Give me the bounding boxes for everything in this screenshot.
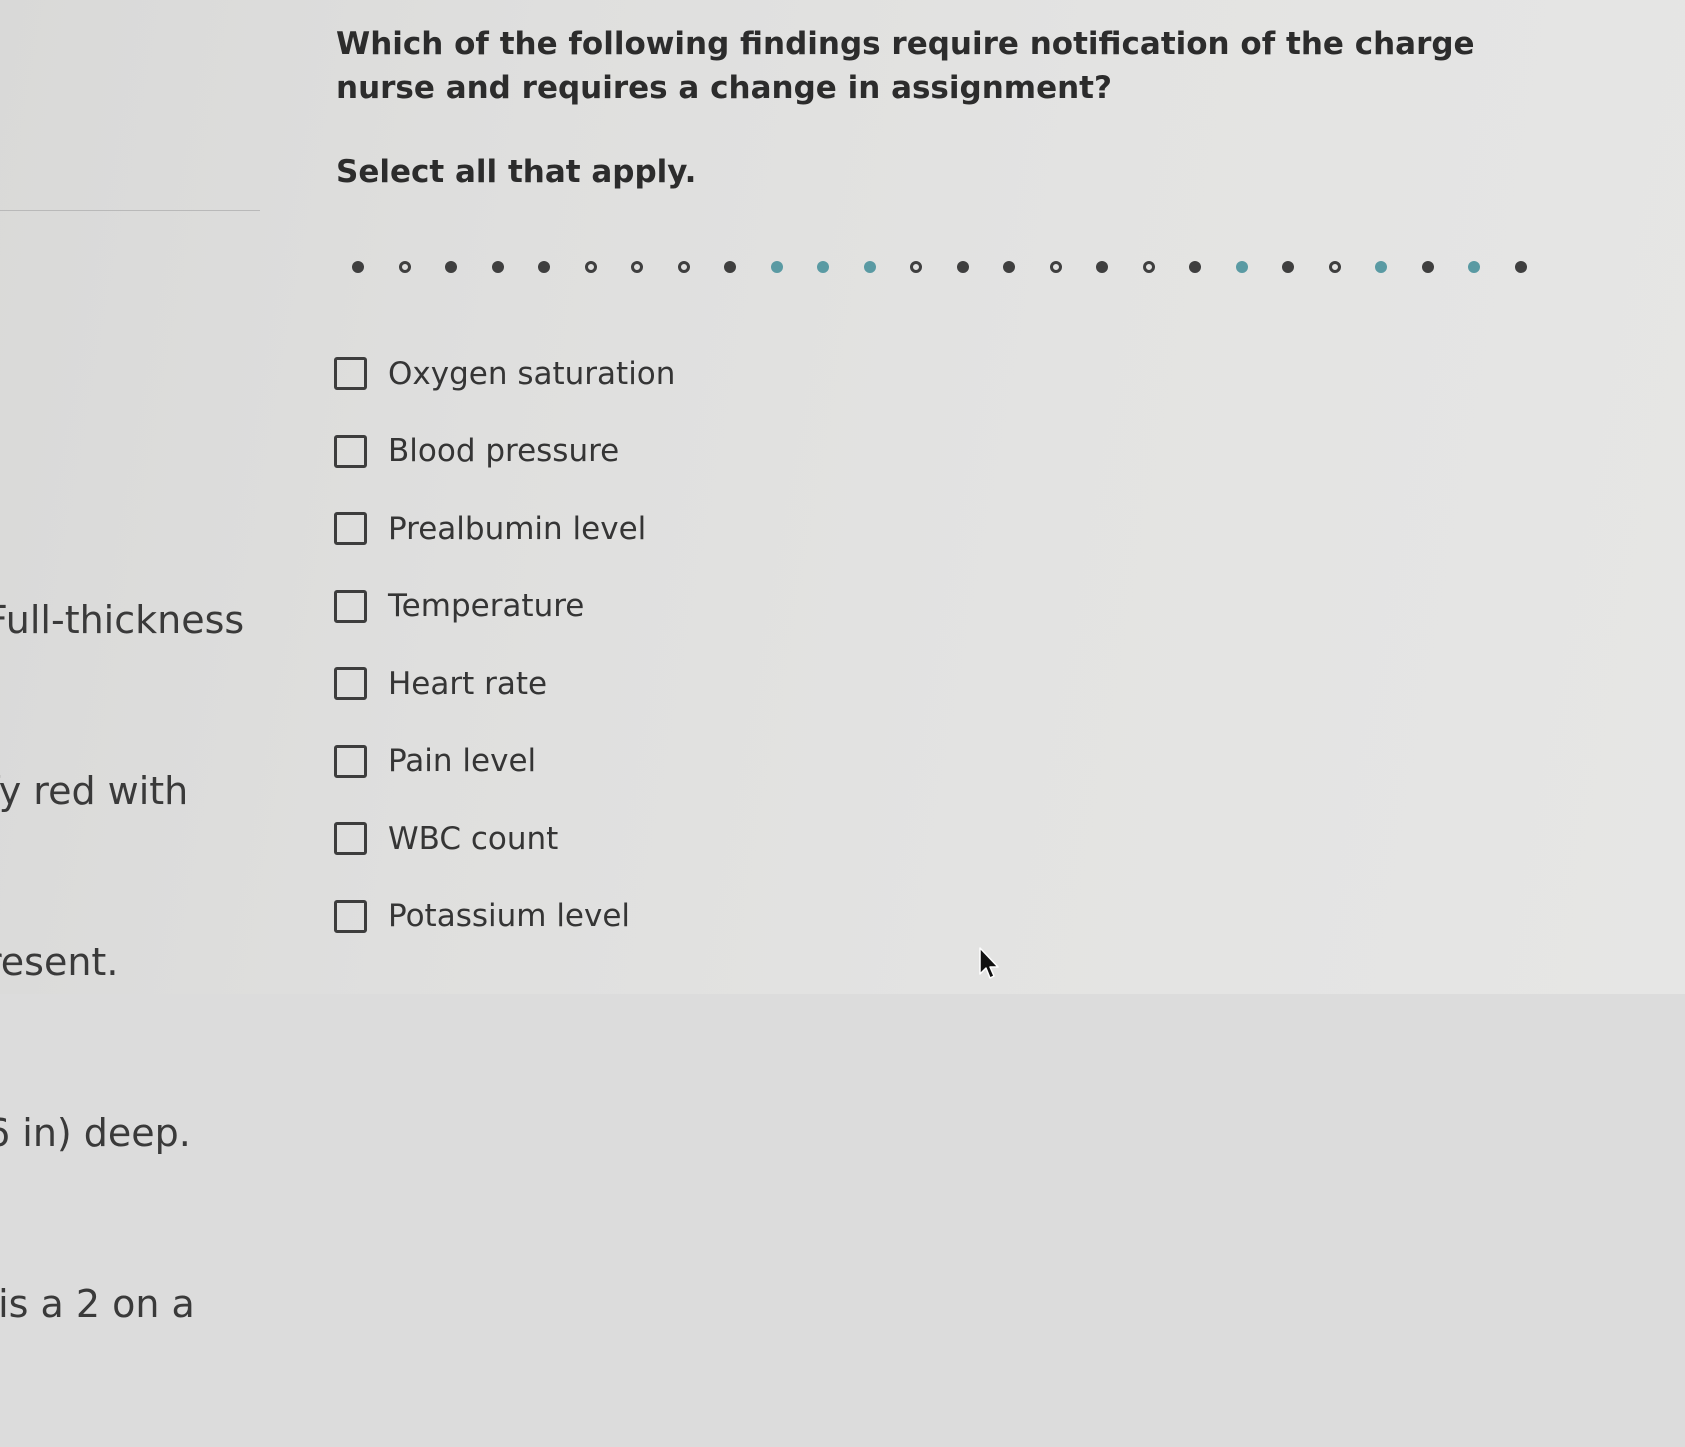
progress-dot-current: [817, 261, 830, 273]
option-pain-level[interactable]: Pain level: [334, 723, 675, 801]
option-label: Prealbumin level: [388, 510, 647, 547]
progress-dot-filled: [1514, 261, 1527, 273]
scenario-line: 6 in) deep.: [0, 1111, 191, 1155]
scenario-line: resent.: [0, 940, 119, 984]
option-label: Pain level: [388, 743, 537, 780]
progress-dot-open: [398, 261, 411, 273]
progress-dot-current: [1468, 261, 1481, 273]
checkbox[interactable]: [334, 822, 367, 856]
scenario-line: is a 2 on a: [0, 1282, 195, 1326]
mouse-pointer-icon: [979, 947, 999, 979]
progress-dot-filled: [1421, 261, 1434, 273]
progress-dot-open: [1328, 261, 1341, 273]
progress-dot-filled: [724, 261, 737, 273]
progress-dot-open: [584, 261, 597, 273]
progress-dot-open: [910, 261, 923, 273]
progress-dot-filled: [1189, 261, 1202, 273]
checkbox[interactable]: [334, 667, 367, 701]
checkbox[interactable]: [334, 589, 367, 623]
progress-dot-open: [631, 261, 644, 273]
progress-dot-open: [1142, 261, 1155, 273]
progress-dot-current: [770, 261, 783, 273]
option-temperature[interactable]: Temperature: [334, 568, 675, 646]
progress-dot-open: [677, 261, 690, 273]
progress-dot-filled: [1096, 261, 1109, 273]
left-panel: Full-thickness fy red with resent. 6 in)…: [0, 0, 260, 1326]
progress-dot-filled: [1003, 261, 1016, 273]
answer-options: Oxygen saturation Blood pressure Prealbu…: [334, 335, 675, 955]
option-blood-pressure[interactable]: Blood pressure: [334, 413, 675, 491]
scenario-line: Full-thickness: [0, 598, 245, 642]
question-stem: Which of the following findings require …: [336, 26, 1475, 106]
progress-dot-filled: [445, 261, 458, 273]
scenario-line: fy red with: [0, 769, 189, 813]
option-label: Temperature: [388, 588, 585, 625]
option-label: Blood pressure: [388, 433, 620, 470]
instruction-text: Select all that apply.: [336, 154, 697, 190]
progress-dot-current: [1235, 261, 1248, 273]
progress-dot-current: [863, 261, 876, 273]
checkbox[interactable]: [334, 512, 367, 546]
option-potassium-level[interactable]: Potassium level: [334, 878, 675, 956]
screen: Full-thickness fy red with resent. 6 in)…: [0, 0, 1685, 1326]
checkbox[interactable]: [334, 744, 367, 778]
progress-dot-open: [1049, 261, 1062, 273]
left-divider: [0, 210, 260, 211]
checkbox[interactable]: [334, 899, 367, 933]
option-label: Oxygen saturation: [388, 355, 676, 392]
option-label: WBC count: [388, 820, 559, 857]
progress-dot-filled: [352, 261, 364, 273]
option-wbc-count[interactable]: WBC count: [334, 800, 675, 878]
option-label: Heart rate: [388, 665, 548, 702]
progress-dot-filled: [1282, 261, 1295, 273]
checkbox[interactable]: [334, 434, 367, 468]
option-label: Potassium level: [388, 898, 631, 935]
progress-dots: [352, 256, 1527, 278]
progress-dot-filled: [538, 261, 551, 273]
progress-dot-current: [1375, 261, 1388, 273]
checkbox[interactable]: [334, 357, 367, 391]
option-oxygen-saturation[interactable]: Oxygen saturation: [334, 335, 675, 413]
option-prealbumin-level[interactable]: Prealbumin level: [334, 490, 675, 568]
scenario-text: Full-thickness fy red with resent. 6 in)…: [0, 478, 244, 1447]
option-heart-rate[interactable]: Heart rate: [334, 645, 675, 723]
question-area: Which of the following findings require …: [336, 22, 1576, 190]
progress-dot-filled: [491, 261, 504, 273]
progress-dot-filled: [956, 261, 969, 273]
